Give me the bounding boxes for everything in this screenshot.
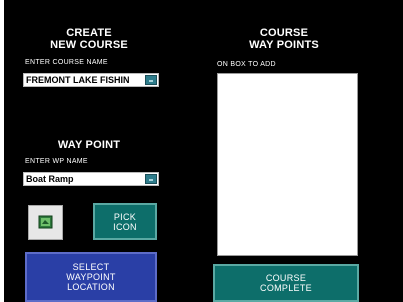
- chevron-down-icon: [149, 179, 153, 181]
- create-heading-line2: NEW COURSE: [50, 39, 128, 51]
- select-waypoint-location-button[interactable]: SELECT WAYPOINT LOCATION: [25, 252, 157, 302]
- pick-icon-line2: ICON: [113, 221, 137, 232]
- select-line3: LOCATION: [67, 282, 115, 292]
- add-hint-label: ON BOX TO ADD: [217, 61, 276, 68]
- waypoint-name-dropdown-button[interactable]: [145, 174, 157, 184]
- course-complete-button[interactable]: COURSE COMPLETE: [213, 264, 359, 302]
- course-name-input[interactable]: [26, 74, 142, 86]
- selected-icon-box[interactable]: [28, 205, 63, 240]
- chevron-down-icon: [149, 80, 153, 82]
- course-complete-line1: COURSE: [265, 273, 307, 283]
- course-name-field[interactable]: [23, 73, 159, 87]
- course-waypoints-heading: COURSE WAY POINTS: [219, 27, 349, 51]
- waypoint-heading: WAY POINT: [57, 139, 121, 151]
- pick-icon-line1: PICK: [113, 211, 137, 222]
- app-window: CREATE NEW COURSE ENTER COURSE NAME WAY …: [4, 0, 403, 302]
- create-heading-line1: CREATE: [66, 27, 112, 39]
- course-waypoints-list[interactable]: [217, 73, 358, 256]
- course-complete-line2: COMPLETE: [260, 283, 312, 293]
- course-waypoints-line1: COURSE: [259, 27, 309, 39]
- select-line2: WAYPOINT: [66, 272, 116, 282]
- course-waypoints-line2: WAY POINTS: [249, 39, 319, 51]
- course-name-label: ENTER COURSE NAME: [25, 59, 108, 66]
- waypoint-name-label: ENTER WP NAME: [25, 158, 88, 165]
- create-course-heading: CREATE NEW COURSE: [34, 27, 144, 51]
- select-line1: SELECT: [72, 262, 110, 272]
- waypoint-name-field[interactable]: [23, 172, 159, 186]
- boat-ramp-icon: [38, 215, 53, 229]
- waypoint-name-input[interactable]: [26, 173, 142, 185]
- pick-icon-button[interactable]: PICK ICON: [93, 203, 157, 240]
- course-name-dropdown-button[interactable]: [145, 75, 157, 85]
